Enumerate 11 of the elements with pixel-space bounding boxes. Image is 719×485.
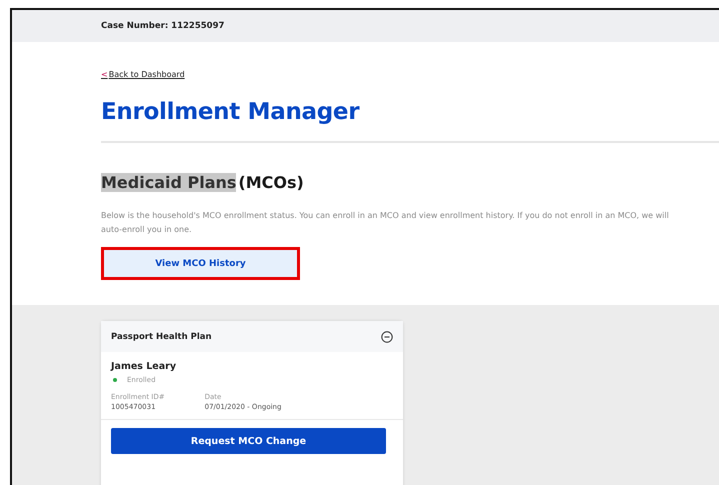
collapse-icon[interactable] [381,330,393,342]
plan-name: Passport Health Plan [111,332,212,342]
view-history-button[interactable]: View MCO History [101,247,300,280]
section-title-highlighted: Medicaid Plans [101,173,236,192]
case-number: Case Number: 112255097 [101,21,224,31]
request-change-button[interactable]: Request MCO Change [111,428,386,454]
back-to-dashboard-link[interactable]: <Back to Dashboard [101,70,185,79]
section-title-suffix: (MCOs) [238,173,304,192]
member-name: James Leary [111,361,178,372]
page-title: Enrollment Manager [101,99,360,125]
section-description: Below is the household's MCO enrollment status. You can enroll in an MCO and view enrollment history. If you do not enroll in an MCO, we will auto-enroll you in one. [101,210,670,236]
